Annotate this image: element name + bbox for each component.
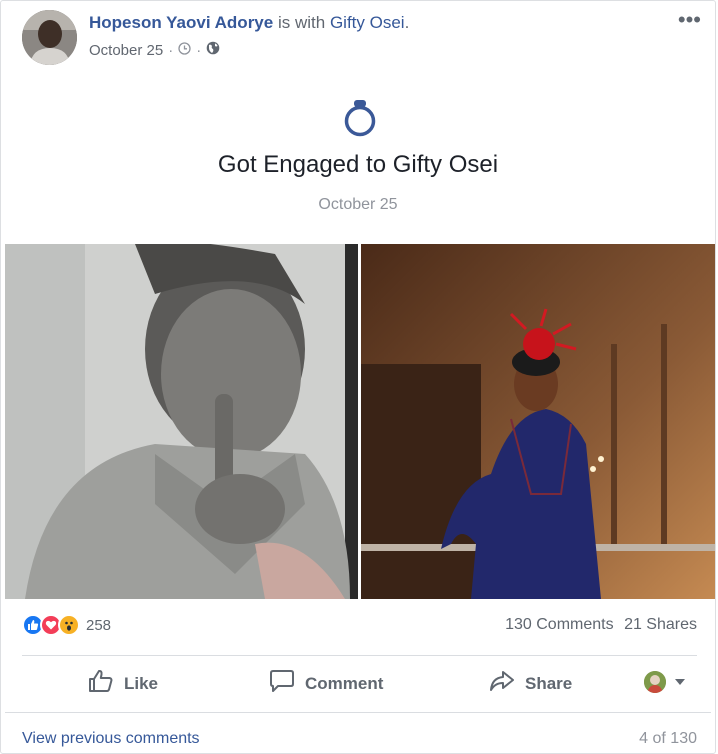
comments-pager: 4 of 130 xyxy=(639,730,697,747)
life-event-date: October 25 xyxy=(318,196,398,213)
ring-icon xyxy=(342,98,378,138)
speech-bubble-icon xyxy=(269,669,295,698)
portrait-sketch-photo[interactable] xyxy=(5,244,358,599)
feed-post: Hopeson Yaovi Adorye is with Gifty Osei.… xyxy=(0,0,716,754)
woman-dress-photo[interactable] xyxy=(361,244,715,599)
user-avatar xyxy=(644,671,666,693)
chevron-down-icon xyxy=(675,679,685,685)
like-label: Like xyxy=(124,673,159,693)
divider xyxy=(22,655,697,656)
life-event-title: Got Engaged to Gifty Osei xyxy=(217,151,499,178)
wow-reaction-icon xyxy=(58,614,80,636)
tagged-person-link[interactable]: Gifty Osei xyxy=(330,13,405,32)
comments-count-link[interactable]: 130 Comments xyxy=(505,616,614,633)
clock-icon[interactable] xyxy=(178,41,191,59)
meta-separator: · xyxy=(196,41,202,59)
post-meta: October 25 · · xyxy=(89,41,220,59)
post-date-link[interactable]: October 25 xyxy=(89,42,163,59)
shares-count-link[interactable]: 21 Shares xyxy=(624,616,697,633)
globe-icon[interactable] xyxy=(206,41,220,59)
meta-separator: · xyxy=(168,41,174,59)
view-previous-comments-link[interactable]: View previous comments xyxy=(22,730,200,748)
share-label: Share xyxy=(525,673,573,693)
thumbs-up-icon xyxy=(88,669,114,698)
tagged-suffix: . xyxy=(404,13,410,32)
post-header-line: Hopeson Yaovi Adorye is with Gifty Osei. xyxy=(89,12,409,34)
divider xyxy=(5,712,711,713)
reaction-summary[interactable]: 258 xyxy=(22,614,111,636)
reaction-count[interactable]: 258 xyxy=(86,617,111,634)
comment-label: Comment xyxy=(305,673,384,693)
more-options-icon[interactable]: ••• xyxy=(678,9,701,31)
share-button[interactable]: Share xyxy=(489,669,572,698)
share-arrow-icon xyxy=(489,669,515,698)
author-name-link[interactable]: Hopeson Yaovi Adorye xyxy=(89,13,273,32)
post-stats: 130 Comments 21 Shares xyxy=(499,616,697,634)
comment-button[interactable]: Comment xyxy=(269,669,383,698)
audience-selector[interactable] xyxy=(644,671,685,693)
author-avatar[interactable] xyxy=(22,10,77,65)
like-button[interactable]: Like xyxy=(88,669,158,698)
with-text: is with xyxy=(277,13,326,32)
